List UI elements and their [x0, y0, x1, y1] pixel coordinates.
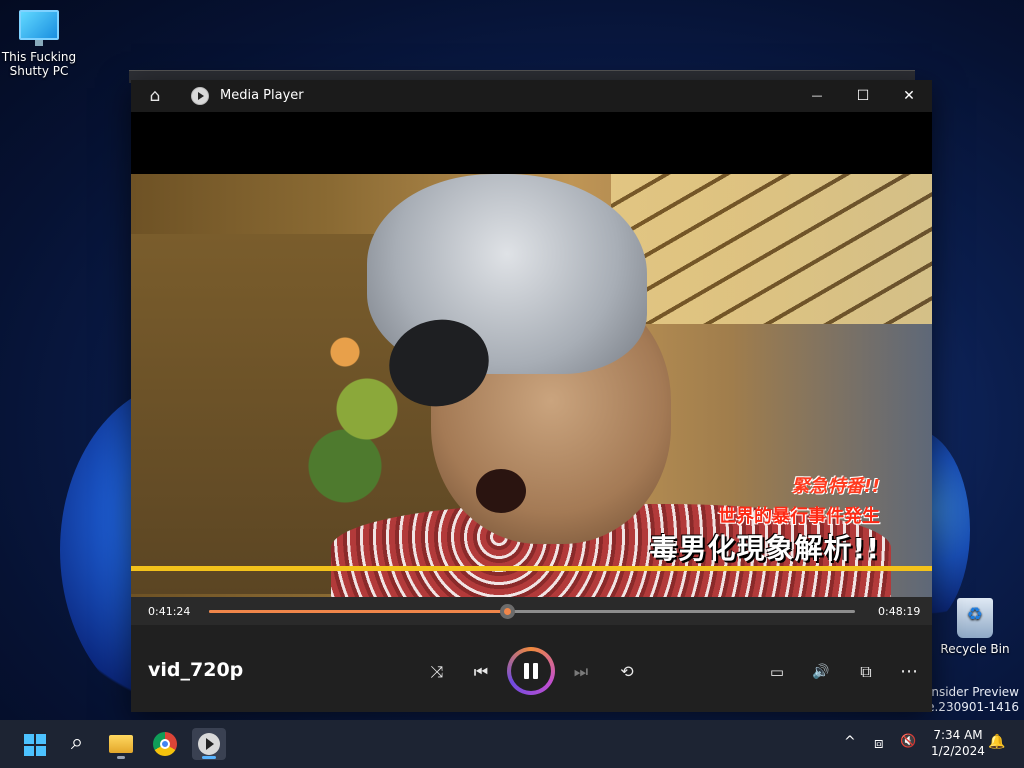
seek-bar-thumb[interactable]	[499, 604, 515, 619]
volume-button[interactable]: 🔊	[809, 661, 833, 683]
pause-button[interactable]	[507, 647, 555, 695]
clock[interactable]: 7:34 AM 1/2/2024	[926, 727, 990, 759]
pause-bar-right	[533, 663, 538, 679]
playback-controls: vid_720p ⤨ ⏮ ⏭ ⟲ ▭ 🔊 ⧉ ⋯	[131, 625, 932, 712]
folder-icon	[109, 735, 133, 753]
show-hidden-icons-chevron-icon[interactable]: ^	[844, 734, 856, 750]
video-name: vid_720p	[148, 659, 244, 681]
video-scene-ceiling	[611, 174, 932, 324]
recycle-bin-desktop-icon[interactable]: ♻ Recycle Bin	[935, 598, 1015, 656]
notification-bell-icon[interactable]: 🔔	[988, 734, 1005, 750]
video-caption-line3: 毒男化現象解析!!	[649, 532, 880, 565]
video-caption-line1: 緊急特番!!	[791, 476, 880, 497]
running-indicator	[117, 756, 125, 759]
miniplayer-button[interactable]: ⧉	[854, 661, 878, 683]
recycle-bin-label: Recycle Bin	[940, 642, 1010, 656]
this-pc-label-line2: Shutty PC	[9, 64, 69, 78]
video-scene-mouth	[476, 469, 526, 513]
maximize-button[interactable]: ☐	[840, 80, 886, 112]
clock-time: 7:34 AM	[933, 728, 983, 742]
repeat-button[interactable]: ⟲	[615, 661, 639, 683]
recycle-bin-icon: ♻	[957, 598, 993, 638]
windows-logo-icon	[24, 734, 46, 756]
video-caption-line2: 世界的暴行事件発生	[718, 506, 880, 527]
subtitles-button[interactable]: ▭	[765, 661, 789, 683]
pause-bar-left	[524, 663, 529, 679]
seek-bar-progress	[209, 610, 508, 613]
search-icon[interactable]: ⌕	[60, 728, 94, 760]
previous-button[interactable]: ⏮	[469, 661, 493, 683]
seek-timeline: 0:41:24 0:48:19	[131, 597, 932, 625]
more-options-button[interactable]: ⋯	[897, 661, 921, 683]
media-player-taskbar-button[interactable]	[192, 728, 226, 760]
media-player-app-icon	[191, 87, 209, 105]
video-frame[interactable]: 緊急特番!! 世界的暴行事件発生 毒男化現象解析!!	[131, 174, 932, 597]
next-button[interactable]: ⏭	[569, 661, 593, 683]
minimize-button[interactable]: —	[794, 80, 840, 112]
title-bar: ⌂ Media Player — ☐ ✕	[131, 80, 932, 112]
this-pc-desktop-icon[interactable]: This Fucking Shutty PC	[0, 10, 79, 78]
active-indicator	[202, 756, 216, 759]
elapsed-time: 0:41:24	[148, 605, 191, 618]
computer-icon	[19, 10, 59, 46]
taskbar: ⌕ ^ ⧈ 🔇 7:34 AM 1/2/2024 🔔	[0, 720, 1024, 768]
media-player-window: ⌂ Media Player — ☐ ✕ 緊急特番!! 世界的暴行事件発生 毒男…	[131, 80, 932, 712]
total-time: 0:48:19	[878, 605, 921, 618]
this-pc-label-line1: This Fucking	[1, 50, 77, 64]
home-icon[interactable]: ⌂	[145, 86, 165, 106]
file-explorer-button[interactable]	[104, 728, 138, 760]
chrome-button[interactable]	[148, 728, 182, 760]
media-player-icon	[198, 733, 220, 755]
shuffle-button[interactable]: ⤨	[425, 661, 449, 683]
network-icon[interactable]: ⧈	[874, 734, 884, 752]
video-caption-underline	[131, 566, 932, 571]
clock-date: 1/2/2024	[931, 744, 985, 758]
volume-muted-icon[interactable]: 🔇	[900, 734, 916, 749]
close-button[interactable]: ✕	[886, 80, 932, 112]
window-title: Media Player	[220, 88, 304, 103]
start-button[interactable]	[16, 728, 50, 760]
seek-bar[interactable]	[209, 604, 855, 619]
chrome-icon	[153, 732, 177, 756]
pause-icon	[511, 651, 551, 691]
